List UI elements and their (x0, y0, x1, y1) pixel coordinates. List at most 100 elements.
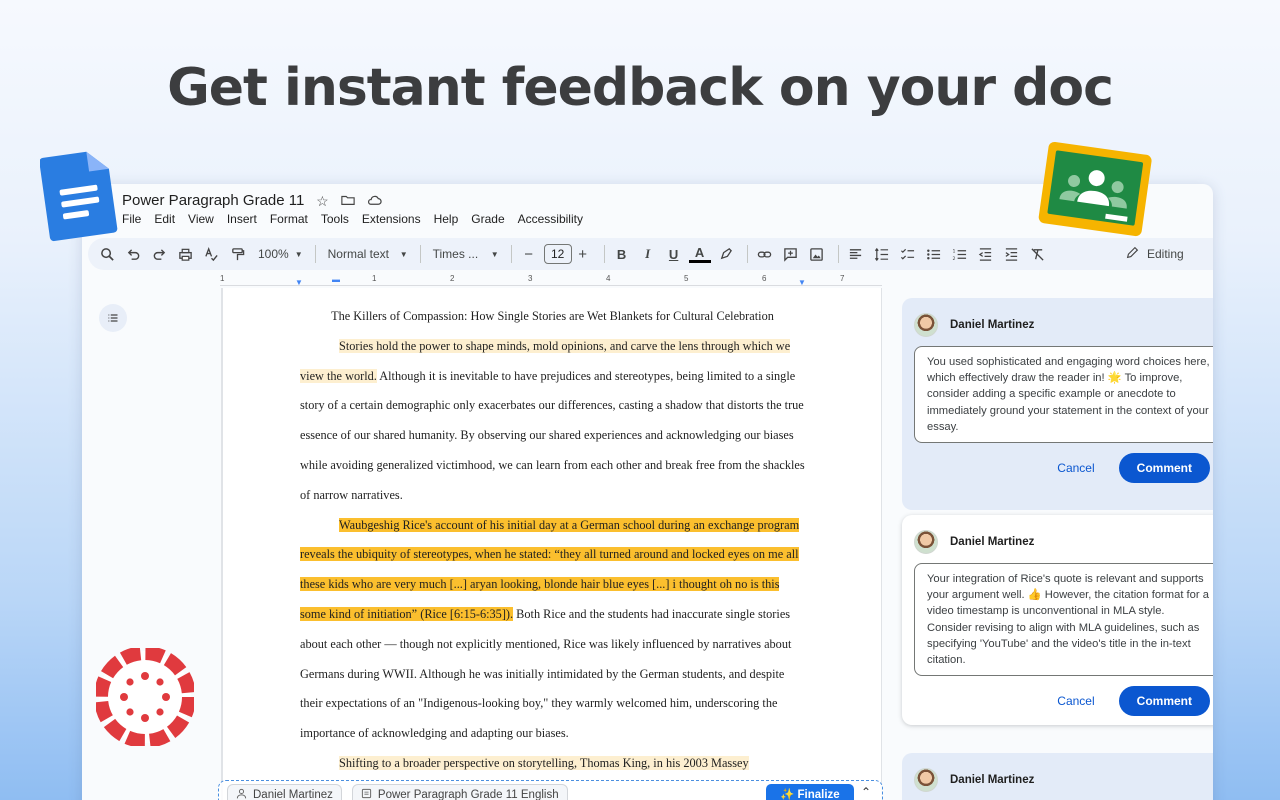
docs-window: Power Paragraph Grade 11 ☆ File Edit Vie… (82, 184, 1213, 800)
menu-extensions[interactable]: Extensions (362, 212, 421, 226)
redo-icon[interactable] (148, 242, 170, 266)
cancel-button[interactable]: Cancel (1043, 461, 1108, 475)
document-page[interactable]: The Killers of Compassion: How Single St… (222, 288, 882, 800)
person-icon (236, 788, 247, 800)
student-chip[interactable]: Daniel Martinez (227, 784, 342, 800)
comment-card[interactable]: Daniel Martinez You used sophisticated a… (902, 298, 1213, 510)
document-name: Power Paragraph Grade 11 English (377, 789, 559, 800)
ruler-number: 1 (372, 274, 377, 283)
search-icon[interactable] (96, 242, 118, 266)
bullet-list-icon[interactable] (923, 242, 945, 266)
undo-icon[interactable] (122, 242, 144, 266)
document-body[interactable]: The Killers of Compassion: How Single St… (300, 302, 805, 779)
decrease-font-size-icon[interactable]: − (518, 242, 540, 266)
star-icon[interactable]: ☆ (314, 193, 330, 209)
ruler-number: 4 (606, 274, 611, 283)
image-icon[interactable] (806, 242, 828, 266)
menu-view[interactable]: View (188, 212, 214, 226)
ruler-number: 2 (450, 274, 455, 283)
toolbar-divider (510, 245, 512, 263)
doc-icon (361, 788, 372, 800)
highlight-icon[interactable] (715, 242, 737, 266)
comment-author: Daniel Martinez (950, 774, 1035, 786)
chevron-up-icon[interactable]: ⌃ (861, 785, 871, 799)
comment-card[interactable]: Daniel Martinez (902, 753, 1213, 800)
font-select[interactable]: Times ... ▼ (427, 247, 505, 261)
line-spacing-icon[interactable] (871, 242, 893, 266)
avatar (914, 530, 938, 554)
document-title[interactable]: Power Paragraph Grade 11 (122, 192, 304, 209)
highlighted-text[interactable]: Shifting to a broader perspective on sto… (339, 755, 749, 770)
style-value: Normal text (327, 247, 389, 261)
font-size-input[interactable]: 12 (543, 244, 572, 264)
editing-mode-select[interactable]: Editing (1126, 238, 1184, 270)
numbered-list-icon[interactable]: 12 (949, 242, 971, 266)
paragraph-3: Shifting to a broader perspective on sto… (300, 749, 805, 779)
right-indent-marker[interactable]: ▼ (798, 278, 806, 287)
comment-textbox[interactable]: You used sophisticated and engaging word… (914, 346, 1213, 444)
bold-icon[interactable]: B (611, 242, 633, 266)
canvas-lms-logo (94, 646, 196, 748)
checklist-icon[interactable] (897, 242, 919, 266)
outline-icon[interactable] (99, 304, 127, 332)
align-icon[interactable] (845, 242, 867, 266)
svg-text:1: 1 (953, 248, 956, 254)
sparkle-icon: ✨ (780, 789, 798, 800)
menu-edit[interactable]: Edit (154, 212, 175, 226)
menu-format[interactable]: Format (270, 212, 308, 226)
ruler-number: 1 (220, 274, 225, 283)
essay-title: The Killers of Compassion: How Single St… (331, 309, 774, 323)
paragraph-text: Although it is inevitable to have prejud… (300, 368, 805, 502)
clear-format-icon[interactable] (1027, 242, 1049, 266)
paragraph-2: Waubgeshig Rice's account of his initial… (300, 511, 805, 749)
decrease-indent-icon[interactable] (975, 242, 997, 266)
toolbar-divider (314, 245, 316, 263)
highlighted-text-active[interactable]: Waubgeshig Rice's account of his initial… (300, 517, 800, 621)
font-value: Times ... (432, 247, 479, 261)
folder-icon[interactable] (340, 193, 356, 209)
finalize-button[interactable]: ✨ Finalize (766, 784, 854, 800)
comment-textbox[interactable]: Your integration of Rice's quote is rele… (914, 563, 1213, 677)
grading-bar: Daniel Martinez Power Paragraph Grade 11… (218, 780, 883, 800)
left-indent-marker[interactable]: ▼ (295, 278, 303, 287)
increase-font-size-icon[interactable]: + (572, 242, 594, 266)
cloud-icon[interactable] (366, 193, 382, 209)
spellcheck-icon[interactable] (200, 242, 222, 266)
cancel-button[interactable]: Cancel (1043, 694, 1108, 708)
svg-text:2: 2 (953, 256, 956, 262)
hero-title: Get instant feedback on your doc (167, 58, 1114, 118)
first-line-indent-marker[interactable]: ▬ (332, 275, 340, 284)
menu-tools[interactable]: Tools (321, 212, 349, 226)
comment-button[interactable]: Comment (1118, 453, 1210, 484)
title-bar: Power Paragraph Grade 11 ☆ (122, 192, 382, 209)
toolbar-divider (837, 245, 839, 263)
document-chip[interactable]: Power Paragraph Grade 11 English (351, 784, 568, 800)
comment-card[interactable]: Daniel Martinez Your integration of Rice… (902, 515, 1213, 725)
style-select[interactable]: Normal text ▼ (322, 247, 414, 261)
comment-button[interactable]: Comment (1118, 686, 1210, 717)
caret-down-icon: ▼ (399, 249, 408, 259)
caret-down-icon: ▼ (294, 249, 303, 259)
menu-help[interactable]: Help (434, 212, 459, 226)
toolbar-divider (746, 245, 748, 263)
print-icon[interactable] (174, 242, 196, 266)
menu-accessibility[interactable]: Accessibility (518, 212, 583, 226)
menu-file[interactable]: File (122, 212, 141, 226)
paint-format-icon[interactable] (226, 242, 248, 266)
toolbar-divider (419, 245, 421, 263)
increase-indent-icon[interactable] (1001, 242, 1023, 266)
avatar (914, 768, 938, 792)
italic-icon[interactable]: I (637, 242, 659, 266)
text-color-icon[interactable]: A (688, 245, 711, 263)
underline-icon[interactable]: U (663, 242, 685, 266)
add-comment-icon[interactable] (780, 242, 802, 266)
link-icon[interactable] (754, 242, 776, 266)
menu-grade[interactable]: Grade (471, 212, 504, 226)
google-docs-logo (39, 143, 120, 243)
toolbar: 100% ▼ Normal text ▼ Times ... ▼ − 12 + B I… (88, 238, 1213, 270)
menu-insert[interactable]: Insert (227, 212, 257, 226)
ruler-number: 6 (762, 274, 767, 283)
zoom-select[interactable]: 100% ▼ (252, 247, 309, 261)
ruler[interactable]: 1 1 2 3 4 5 6 7 ▼ ▬ ▼ (220, 274, 882, 287)
toolbar-divider (603, 245, 605, 263)
